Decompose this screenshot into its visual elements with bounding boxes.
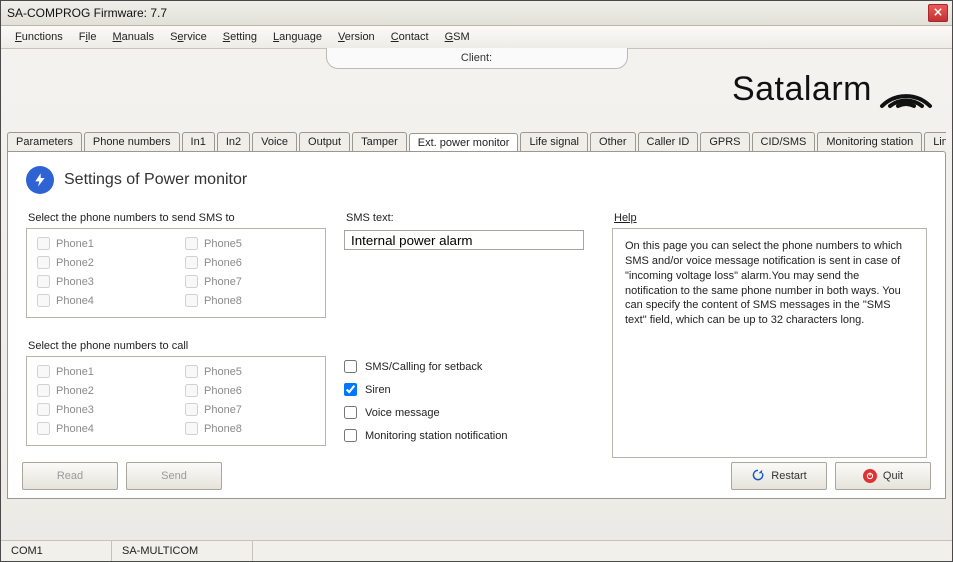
sms-phone8[interactable]: Phone8 — [185, 294, 315, 307]
sms-phone5[interactable]: Phone5 — [185, 237, 315, 250]
page-title: Settings of Power monitor — [64, 171, 247, 189]
tab-other[interactable]: Other — [590, 132, 636, 151]
tab-voice[interactable]: Voice — [252, 132, 297, 151]
call-phone1[interactable]: Phone1 — [37, 365, 167, 378]
sms-phones-label: Select the phone numbers to send SMS to — [28, 212, 326, 224]
sms-phone1[interactable]: Phone1 — [37, 237, 167, 250]
middle-column: SMS text: SMS/Calling for setback Siren … — [344, 208, 594, 458]
tab-panel: Settings of Power monitor Select the pho… — [7, 151, 946, 499]
tab-life-signal[interactable]: Life signal — [520, 132, 588, 151]
signal-arc-icon — [878, 66, 934, 113]
call-phone7[interactable]: Phone7 — [185, 403, 315, 416]
sms-phone7[interactable]: Phone7 — [185, 275, 315, 288]
call-phone4[interactable]: Phone4 — [37, 422, 167, 435]
sms-phones-box: Phone1 Phone5 Phone2 Phone6 Phone3 Phone… — [26, 228, 326, 318]
restart-icon — [751, 468, 765, 485]
close-icon — [934, 7, 942, 19]
tabstrip: Parameters Phone numbers In1 In2 Voice O… — [7, 129, 946, 151]
status-empty — [253, 541, 952, 561]
right-column: Help On this page you can select the pho… — [612, 208, 927, 458]
left-column: Select the phone numbers to send SMS to … — [26, 208, 326, 458]
call-phone6[interactable]: Phone6 — [185, 384, 315, 397]
menu-version[interactable]: Version — [330, 28, 383, 46]
opt-siren[interactable]: Siren — [344, 383, 594, 396]
help-text: On this page you can select the phone nu… — [625, 240, 902, 326]
tab-area: Parameters Phone numbers In1 In2 Voice O… — [7, 129, 946, 499]
call-phones-box: Phone1 Phone5 Phone2 Phone6 Phone3 Phone… — [26, 356, 326, 446]
page-title-row: Settings of Power monitor — [26, 166, 927, 194]
tab-caller-id[interactable]: Caller ID — [638, 132, 699, 151]
brand-text: Satalarm — [732, 70, 872, 109]
tab-monitoring-station[interactable]: Monitoring station — [817, 132, 922, 151]
send-button[interactable]: Send — [126, 462, 222, 490]
call-phone2[interactable]: Phone2 — [37, 384, 167, 397]
status-device: SA-MULTICOM — [112, 541, 253, 561]
opt-voice-message[interactable]: Voice message — [344, 406, 594, 419]
tab-in1[interactable]: In1 — [182, 132, 215, 151]
tab-phone-numbers[interactable]: Phone numbers — [84, 132, 180, 151]
sms-phone2[interactable]: Phone2 — [37, 256, 167, 269]
sms-phone3[interactable]: Phone3 — [37, 275, 167, 288]
tab-output[interactable]: Output — [299, 132, 350, 151]
tab-line-simulator[interactable]: Line simulator — [924, 132, 946, 151]
titlebar: SA-COMPROG Firmware: 7.7 — [1, 1, 952, 26]
tab-gprs[interactable]: GPRS — [700, 132, 749, 151]
app-window: SA-COMPROG Firmware: 7.7 Functions File … — [0, 0, 953, 562]
opt-setback[interactable]: SMS/Calling for setback — [344, 360, 594, 373]
read-button[interactable]: Read — [22, 462, 118, 490]
client-label: Client: — [461, 52, 492, 64]
sms-text-label: SMS text: — [346, 212, 594, 224]
menu-functions[interactable]: Functions — [7, 28, 71, 46]
tab-in2[interactable]: In2 — [217, 132, 250, 151]
restart-button[interactable]: Restart — [731, 462, 827, 490]
tab-cid-sms[interactable]: CID/SMS — [752, 132, 816, 151]
call-phones-label: Select the phone numbers to call — [28, 340, 326, 352]
menu-manuals[interactable]: Manuals — [104, 28, 162, 46]
help-text-box[interactable]: On this page you can select the phone nu… — [612, 228, 927, 458]
menu-gsm[interactable]: GSM — [437, 28, 478, 46]
options-block: SMS/Calling for setback Siren Voice mess… — [344, 360, 594, 442]
opt-monitoring-notification[interactable]: Monitoring station notification — [344, 429, 594, 442]
call-phone3[interactable]: Phone3 — [37, 403, 167, 416]
bolt-icon — [26, 166, 54, 194]
menu-language[interactable]: Language — [265, 28, 330, 46]
tab-tamper[interactable]: Tamper — [352, 132, 407, 151]
tab-ext-power-monitor[interactable]: Ext. power monitor — [409, 133, 519, 151]
menu-file[interactable]: File — [71, 28, 105, 46]
brand-logo: Satalarm — [732, 59, 934, 119]
sms-text-input[interactable] — [344, 230, 584, 250]
close-button[interactable] — [928, 4, 948, 22]
window-title: SA-COMPROG Firmware: 7.7 — [7, 6, 167, 20]
statusbar: COM1 SA-MULTICOM — [1, 540, 952, 561]
call-phone8[interactable]: Phone8 — [185, 422, 315, 435]
sms-phone4[interactable]: Phone4 — [37, 294, 167, 307]
sms-phone6[interactable]: Phone6 — [185, 256, 315, 269]
quit-button[interactable]: Quit — [835, 462, 931, 490]
panel-button-row: Read Send Restart Quit — [22, 462, 931, 490]
tab-parameters[interactable]: Parameters — [7, 132, 82, 151]
menubar: Functions File Manuals Service Setting L… — [1, 26, 952, 49]
menu-setting[interactable]: Setting — [215, 28, 265, 46]
client-tab: Client: — [326, 48, 628, 69]
status-port: COM1 — [1, 541, 112, 561]
menu-contact[interactable]: Contact — [383, 28, 437, 46]
help-label: Help — [614, 212, 927, 224]
power-icon — [863, 469, 877, 483]
call-phone5[interactable]: Phone5 — [185, 365, 315, 378]
menu-service[interactable]: Service — [162, 28, 215, 46]
